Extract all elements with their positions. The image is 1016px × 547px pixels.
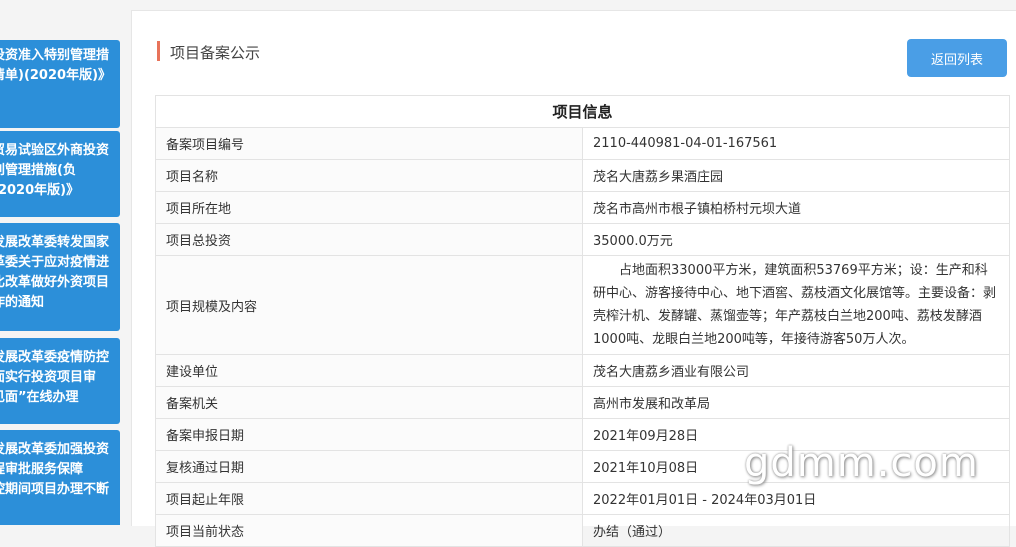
- field-label: 备案申报日期: [155, 418, 583, 451]
- field-value: 35000.0万元: [582, 223, 1010, 256]
- table-row: 项目所在地 茂名市高州市根子镇柏桥村元坝大道: [155, 191, 1010, 224]
- field-value: 2021年09月28日: [582, 418, 1010, 451]
- sidebar-item-line: 别管理措施(负: [0, 163, 76, 178]
- table-row: 备案项目编号 2110-440981-04-01-167561: [155, 127, 1010, 160]
- sidebar-item-ftz-measures[interactable]: 贸易试验区外商投资 别管理措施(负 (2020年版)》: [0, 131, 120, 217]
- main-panel: 项目备案公示 返回列表 项目信息 备案项目编号 2110-440981-04-0…: [131, 10, 1016, 547]
- sidebar-item-line: 投资准入特别管理措: [0, 48, 110, 63]
- sidebar-item-line: 贸易试验区外商投资: [0, 143, 110, 158]
- table-row: 备案申报日期 2021年09月28日: [155, 418, 1010, 451]
- table-row: 备案机关 高州市发展和改革局: [155, 386, 1010, 419]
- sidebar-item-line: 比改革做好外资项目: [0, 275, 110, 290]
- sidebar-item-line: 发展改革委疫情防控: [0, 350, 110, 365]
- sidebar-item-line: 程审批服务保障: [0, 462, 84, 477]
- table-heading-row: 项目信息: [155, 95, 1010, 128]
- sidebar-item-line: 发展改革委转发国家: [0, 235, 110, 250]
- sidebar-item-line: 革委关于应对疫情进: [0, 255, 110, 270]
- sidebar: 投资准入特别管理措 清单)(2020年版)》 贸易试验区外商投资 别管理措施(负…: [0, 0, 122, 525]
- field-label: 复核通过日期: [155, 450, 583, 483]
- sidebar-item-line: 发展改革委加强投资: [0, 442, 110, 457]
- table-heading: 项目信息: [155, 95, 1010, 128]
- field-label: 备案项目编号: [155, 127, 583, 160]
- field-label: 项目规模及内容: [155, 255, 583, 355]
- sidebar-item-line: 面实行投资项目审: [0, 370, 97, 385]
- field-value: 2021年10月08日: [582, 450, 1010, 483]
- field-value: 2110-440981-04-01-167561: [582, 127, 1010, 160]
- sidebar-item-line: 控期间项目办理不断: [0, 482, 110, 497]
- sidebar-item-epidemic-notice[interactable]: 发展改革委转发国家 革委关于应对疫情进 比改革做好外资项目 作的通知: [0, 223, 120, 331]
- field-label: 项目当前状态: [155, 514, 583, 547]
- field-value: 高州市发展和改革局: [582, 386, 1010, 419]
- table-row: 项目总投资 35000.0万元: [155, 223, 1010, 256]
- field-value: 办结（通过）: [582, 514, 1010, 547]
- field-value-multiline: 占地面积33000平方米，建筑面积53769平方米；设：生产和科研中心、游客接待…: [582, 255, 1010, 355]
- sidebar-item-line: 见面”在线办理: [0, 390, 79, 405]
- table-row: 项目规模及内容 占地面积33000平方米，建筑面积53769平方米；设：生产和科…: [155, 255, 1010, 355]
- title-accent-bar: [157, 41, 160, 61]
- table-row: 建设单位 茂名大唐荔乡酒业有限公司: [155, 354, 1010, 387]
- sidebar-item-approval-service[interactable]: 发展改革委加强投资 程审批服务保障 控期间项目办理不断: [0, 430, 120, 525]
- field-label: 项目所在地: [155, 191, 583, 224]
- table-row: 项目起止年限 2022年01月01日 - 2024年03月01日: [155, 482, 1010, 515]
- field-value: 茂名大唐荔乡果酒庄园: [582, 159, 1010, 192]
- back-to-list-button[interactable]: 返回列表: [907, 39, 1007, 77]
- sidebar-item-negative-list[interactable]: 投资准入特别管理措 清单)(2020年版)》: [0, 40, 120, 128]
- table-row: 项目当前状态 办结（通过）: [155, 514, 1010, 547]
- field-label: 项目起止年限: [155, 482, 583, 515]
- field-value: 茂名市高州市根子镇柏桥村元坝大道: [582, 191, 1010, 224]
- table-row: 复核通过日期 2021年10月08日: [155, 450, 1010, 483]
- field-value: 茂名大唐荔乡酒业有限公司: [582, 354, 1010, 387]
- field-value: 占地面积33000平方米，建筑面积53769平方米；设：生产和科研中心、游客接待…: [593, 263, 997, 347]
- field-value: 2022年01月01日 - 2024年03月01日: [582, 482, 1010, 515]
- field-label: 项目名称: [155, 159, 583, 192]
- field-label: 建设单位: [155, 354, 583, 387]
- sidebar-item-line: 清单)(2020年版)》: [0, 68, 112, 83]
- table-row: 项目名称 茂名大唐荔乡果酒庄园: [155, 159, 1010, 192]
- sidebar-item-online-approval[interactable]: 发展改革委疫情防控 面实行投资项目审 见面”在线办理: [0, 338, 120, 424]
- field-label: 备案机关: [155, 386, 583, 419]
- page-title: 项目备案公示: [170, 44, 261, 62]
- sidebar-item-line: 作的通知: [0, 295, 45, 310]
- field-label: 项目总投资: [155, 223, 583, 256]
- project-info-table: 项目信息 备案项目编号 2110-440981-04-01-167561 项目名…: [155, 95, 1010, 547]
- sidebar-item-line: (2020年版)》: [0, 183, 80, 198]
